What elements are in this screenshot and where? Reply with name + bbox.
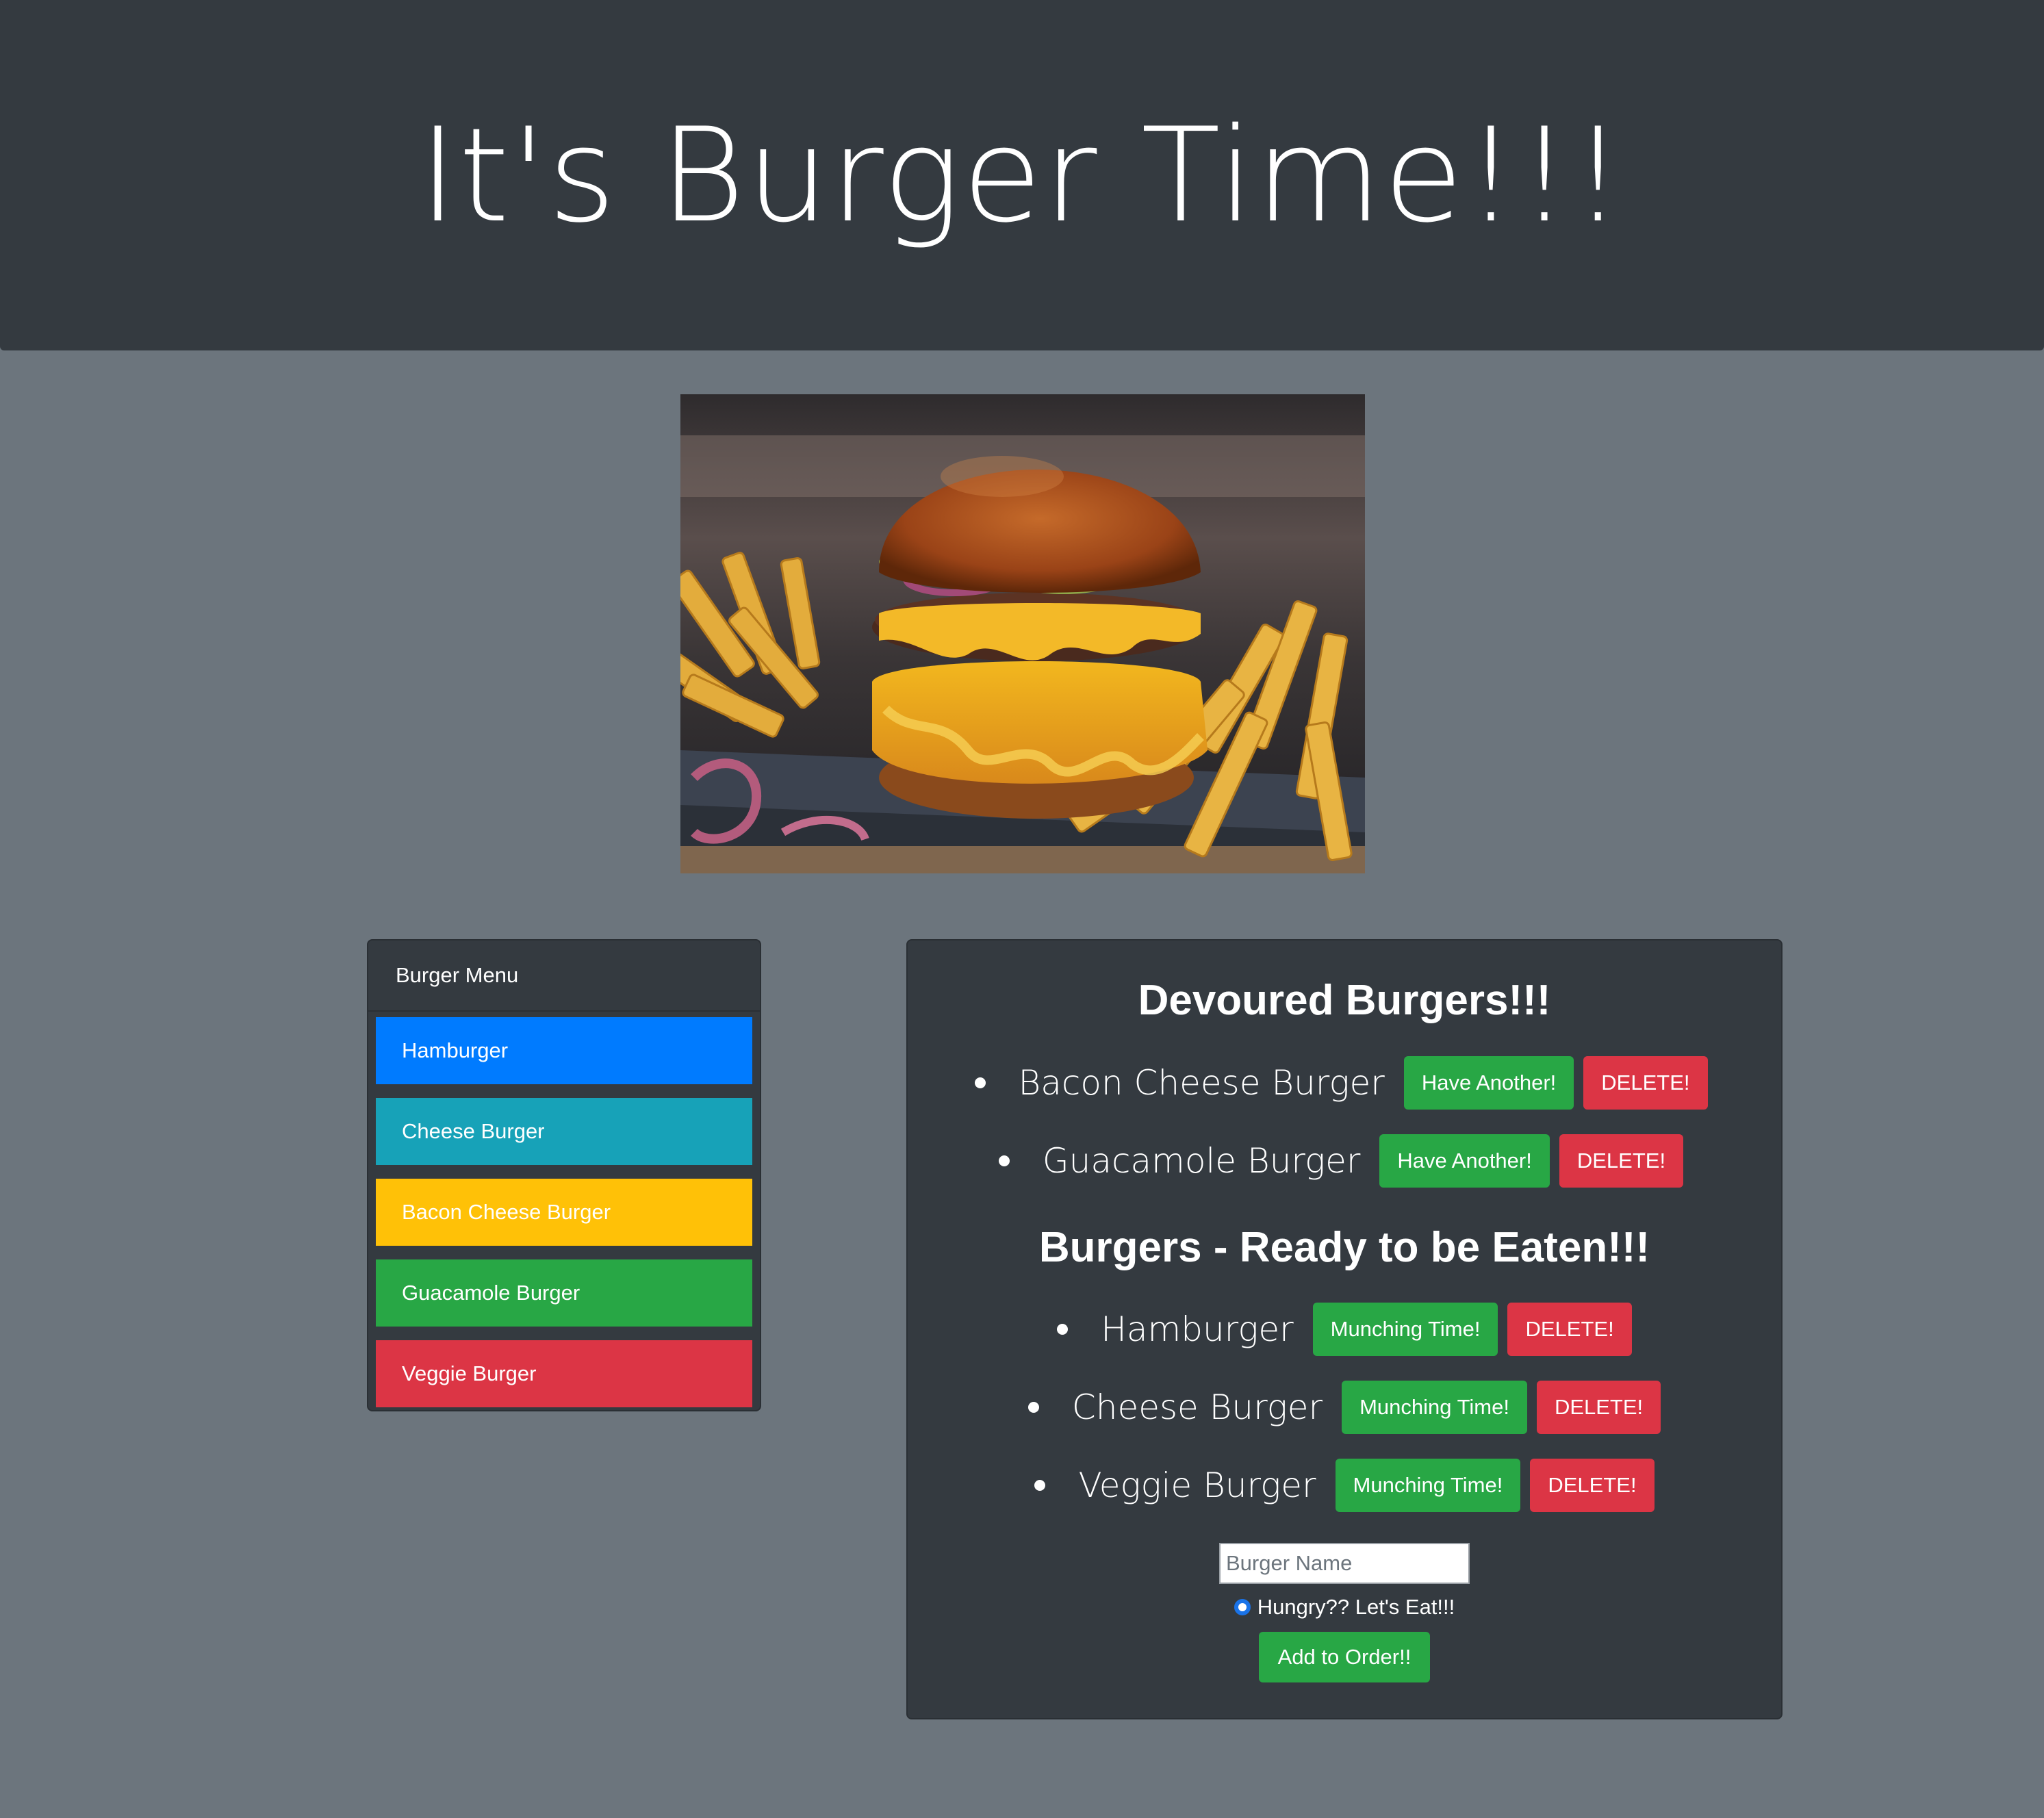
- have-another-button[interactable]: Have Another!: [1403, 1056, 1574, 1110]
- burger-name-input[interactable]: [1219, 1543, 1470, 1584]
- menu-item-cheese-burger[interactable]: Cheese Burger: [376, 1098, 752, 1165]
- hungry-radio-row[interactable]: Hungry?? Let's Eat!!!: [1234, 1595, 1455, 1619]
- burger-name: Cheese Burger: [1071, 1387, 1323, 1427]
- bullet-icon: [1027, 1402, 1039, 1413]
- list-item: Guacamole Burger Have Another! DELETE!: [908, 1134, 1781, 1188]
- menu-item-veggie-burger[interactable]: Veggie Burger: [376, 1340, 752, 1407]
- hungry-radio-label: Hungry?? Let's Eat!!!: [1257, 1595, 1455, 1619]
- list-item: Cheese Burger Munching Time! DELETE!: [908, 1380, 1781, 1435]
- menu-item-hamburger[interactable]: Hamburger: [376, 1017, 752, 1084]
- list-item: Hamburger Munching Time! DELETE!: [908, 1302, 1781, 1357]
- list-item: Bacon Cheese Burger Have Another! DELETE…: [908, 1055, 1781, 1110]
- add-to-order-button[interactable]: Add to Order!!: [1258, 1632, 1431, 1682]
- burger-photo: [680, 394, 1365, 873]
- delete-button[interactable]: DELETE!: [1507, 1303, 1632, 1356]
- add-burger-form: Hungry?? Let's Eat!!! Add to Order!!: [908, 1543, 1781, 1682]
- burger-name: Guacamole Burger: [1042, 1141, 1361, 1181]
- menu-item-label: Cheese Burger: [402, 1119, 545, 1143]
- delete-button[interactable]: DELETE!: [1536, 1381, 1661, 1434]
- bullet-icon: [974, 1077, 986, 1088]
- page-title: It's Burger Time!!!: [418, 99, 1626, 251]
- burger-name: Hamburger: [1101, 1309, 1294, 1349]
- burger-name: Veggie Burger: [1078, 1465, 1316, 1505]
- bullet-icon: [1057, 1324, 1069, 1335]
- munching-time-button[interactable]: Munching Time!: [1342, 1381, 1527, 1434]
- menu-item-bacon-cheese-burger[interactable]: Bacon Cheese Burger: [376, 1179, 752, 1246]
- menu-item-label: Bacon Cheese Burger: [402, 1200, 611, 1224]
- page-header: It's Burger Time!!!: [0, 0, 2044, 350]
- devoured-burgers-heading: Devoured Burgers!!!: [1138, 977, 1551, 1024]
- bullet-icon: [1034, 1480, 1046, 1491]
- ready-burgers-heading: Burgers - Ready to be Eaten!!!: [1038, 1224, 1650, 1271]
- list-item: Veggie Burger Munching Time! DELETE!: [908, 1458, 1781, 1513]
- delete-button[interactable]: DELETE!: [1583, 1056, 1708, 1110]
- have-another-button[interactable]: Have Another!: [1379, 1134, 1550, 1188]
- menu-item-guacamole-burger[interactable]: Guacamole Burger: [376, 1259, 752, 1327]
- burger-menu-card: Burger Menu Hamburger Cheese Burger Baco…: [367, 939, 761, 1411]
- delete-button[interactable]: DELETE!: [1559, 1134, 1684, 1188]
- menu-item-label: Hamburger: [402, 1038, 509, 1062]
- bullet-icon: [998, 1155, 1010, 1166]
- menu-item-label: Veggie Burger: [402, 1361, 537, 1385]
- radio-button[interactable]: [1234, 1599, 1251, 1615]
- burger-menu-title: Burger Menu: [368, 940, 760, 1012]
- menu-item-label: Guacamole Burger: [402, 1281, 580, 1305]
- burger-name: Bacon Cheese Burger: [1018, 1063, 1385, 1103]
- delete-button[interactable]: DELETE!: [1530, 1459, 1655, 1512]
- munching-time-button[interactable]: Munching Time!: [1312, 1303, 1498, 1356]
- orders-card: Devoured Burgers!!! Bacon Cheese Burger …: [906, 939, 1783, 1719]
- munching-time-button[interactable]: Munching Time!: [1335, 1459, 1521, 1512]
